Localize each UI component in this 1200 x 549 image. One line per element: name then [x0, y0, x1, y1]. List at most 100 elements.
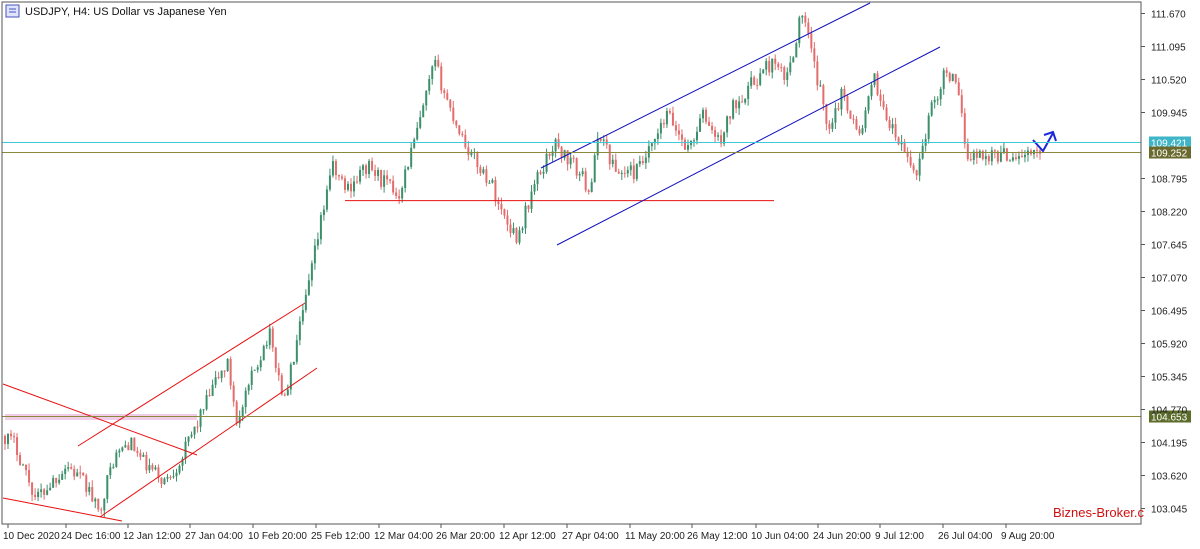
candle-body — [771, 58, 774, 73]
candle-body — [533, 184, 536, 192]
y-axis-label: 103.620 — [1151, 472, 1188, 483]
candle-body — [356, 181, 359, 183]
x-axis-label: 12 Apr 12:00 — [499, 531, 556, 542]
candle-body — [963, 113, 966, 144]
candle-body — [461, 133, 464, 136]
candle-body — [840, 88, 843, 110]
candle-body — [331, 161, 334, 176]
candle-body — [744, 99, 747, 103]
candle-body — [753, 77, 756, 85]
candle-body — [64, 468, 67, 474]
candle-body — [175, 472, 178, 477]
candle-body — [485, 169, 488, 183]
candle-body — [816, 61, 819, 86]
candle-body — [614, 159, 617, 172]
candle-body — [148, 465, 151, 471]
candle-body — [581, 171, 584, 175]
candle-body — [1023, 154, 1026, 158]
x-axis-label: 26 Mar 20:00 — [436, 531, 495, 542]
candle-body — [1017, 156, 1020, 159]
levels-layer: 109.421109.252104.653 — [2, 136, 1191, 424]
candle-body — [199, 409, 202, 427]
candle-body — [858, 129, 861, 134]
candle-body — [831, 122, 834, 129]
candle-body — [641, 161, 644, 164]
candle-body — [518, 230, 521, 243]
candle-body — [109, 467, 112, 476]
candle-body — [539, 172, 542, 174]
candle-body — [313, 245, 316, 264]
candle-body — [822, 85, 825, 105]
candle-body — [843, 88, 846, 97]
candle-body — [304, 294, 307, 311]
x-axis-label: 9 Jul 12:00 — [875, 531, 924, 542]
candle-body — [377, 169, 380, 176]
candle-body — [103, 498, 106, 511]
x-axis-label: 10 Feb 20:00 — [248, 531, 307, 542]
x-axis-label: 10 Jun 04:00 — [751, 531, 809, 542]
candle-body — [413, 139, 416, 148]
candle-body — [223, 370, 226, 372]
candle-body — [398, 195, 401, 199]
candle-body — [482, 169, 485, 174]
candle-body — [67, 467, 70, 469]
candle-body — [97, 498, 100, 510]
candle-body — [458, 125, 461, 134]
y-axis-label: 108.795 — [1151, 175, 1188, 186]
y-axis-label: 110.520 — [1151, 76, 1187, 87]
candle-body — [343, 178, 346, 190]
candle-body — [265, 344, 268, 347]
candle-body — [656, 133, 659, 140]
candle-body — [680, 134, 683, 140]
x-axis-label: 9 Aug 20:00 — [1001, 531, 1055, 542]
candle-body — [696, 131, 699, 141]
candle-body — [127, 445, 130, 450]
candle-body — [319, 215, 322, 240]
candle-body — [524, 205, 527, 229]
candle-body — [668, 111, 671, 113]
candle-body — [61, 473, 64, 480]
candle-body — [966, 143, 969, 160]
chart-window[interactable]: 109.421 109.252 104.653 111.670 111.095 110.… — [0, 0, 1200, 544]
x-axis: 10 Dec 2020 24 Dec 16:00 12 Jan 12:00 27 Ja… — [3, 524, 1055, 542]
candle-body — [259, 360, 262, 368]
channel-lower-line — [99, 367, 318, 518]
candle-body — [163, 478, 166, 485]
x-axis-label: 26 Jul 04:00 — [938, 531, 993, 542]
candle-body — [407, 166, 410, 170]
candle-body — [19, 455, 22, 465]
candle-body — [449, 99, 452, 108]
candle-body — [777, 63, 780, 68]
candle-body — [232, 385, 235, 402]
candle-body — [638, 161, 641, 165]
candle-body — [226, 358, 229, 372]
candle-body — [795, 43, 798, 58]
candle-body — [34, 494, 37, 497]
candle-body — [464, 135, 467, 148]
candle-body — [798, 17, 801, 44]
candle-body — [419, 117, 422, 128]
candle-body — [205, 395, 208, 410]
candle-body — [548, 153, 551, 156]
candle-body — [25, 464, 28, 470]
candle-body — [611, 159, 614, 165]
candle-body — [759, 73, 762, 85]
price-chart[interactable]: 109.421109.252104.653 111.670 111.095 110.… — [0, 0, 1200, 544]
candle-body — [569, 157, 572, 165]
y-axis: 111.670 111.095 110.520 109.945 108.795 108.2… — [1, 1, 1188, 525]
candle-body — [40, 489, 43, 492]
candle-body — [626, 170, 629, 174]
candle-body — [190, 434, 193, 437]
candle-body — [256, 367, 259, 370]
candle-body — [557, 139, 560, 148]
candle-body — [554, 139, 557, 152]
candle-body — [494, 180, 497, 202]
candle-body — [852, 118, 855, 120]
candle-body — [301, 310, 304, 322]
chart-window-icon-frame — [5, 4, 20, 18]
candle-body — [635, 164, 638, 180]
candle-body — [705, 109, 708, 122]
candle-body — [467, 147, 470, 155]
candle-body — [22, 464, 25, 466]
candle-body — [295, 340, 298, 362]
